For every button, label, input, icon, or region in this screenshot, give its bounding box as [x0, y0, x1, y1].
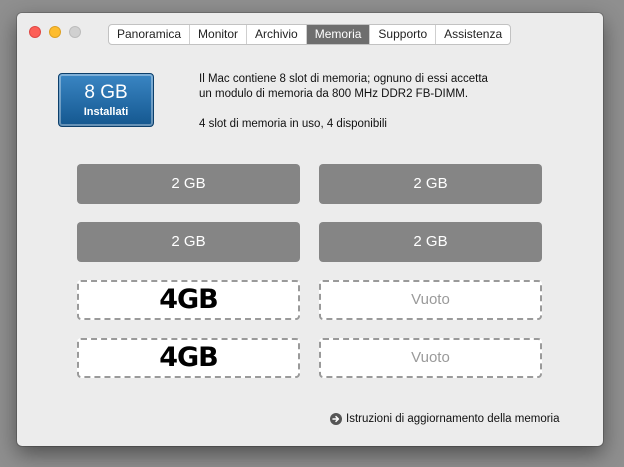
memory-slot-5: 4GB	[77, 280, 300, 320]
slots-usage-text: 4 slot di memoria in uso, 4 disponibili	[199, 118, 387, 130]
about-this-mac-window: Panoramica Monitor Archivio Memoria Supp…	[17, 13, 603, 446]
memory-description: Il Mac contiene 8 slot di memoria; ognun…	[199, 72, 488, 132]
tab-panoramica[interactable]: Panoramica	[109, 25, 191, 44]
memory-slot-3: 2 GB	[77, 222, 300, 262]
memory-slot-2: 2 GB	[319, 164, 542, 204]
memory-installed-label: Installati	[83, 106, 129, 118]
memory-upgrade-instructions-link[interactable]: Istruzioni di aggiornamento della memori…	[330, 413, 560, 425]
tab-bar: Panoramica Monitor Archivio Memoria Supp…	[108, 24, 512, 45]
memory-slot-6: Vuoto	[319, 280, 542, 320]
memory-installed-badge: 8 GB Installati	[58, 73, 154, 127]
title-bar: Panoramica Monitor Archivio Memoria Supp…	[17, 13, 603, 53]
tab-supporto[interactable]: Supporto	[370, 25, 437, 44]
description-line-1: Il Mac contiene 8 slot di memoria; ognun…	[199, 73, 488, 85]
tab-assistenza[interactable]: Assistenza	[436, 25, 510, 44]
description-line-2: un modulo di memoria da 800 MHz DDR2 FB-…	[199, 88, 469, 100]
memory-slot-1: 2 GB	[77, 164, 300, 204]
memory-amount: 8 GB	[84, 82, 128, 103]
minimize-window-button[interactable]	[49, 26, 61, 38]
close-window-button[interactable]	[29, 26, 41, 38]
tab-monitor[interactable]: Monitor	[190, 25, 248, 44]
tab-archivio[interactable]: Archivio	[247, 25, 307, 44]
arrow-right-circle-icon	[330, 413, 342, 425]
upgrade-instructions-label: Istruzioni di aggiornamento della memori…	[346, 413, 560, 425]
tab-memoria[interactable]: Memoria	[306, 25, 371, 44]
memory-slot-8: Vuoto	[319, 338, 542, 378]
zoom-window-button[interactable]	[69, 26, 81, 38]
memory-slot-7: 4GB	[77, 338, 300, 378]
memory-slot-4: 2 GB	[319, 222, 542, 262]
